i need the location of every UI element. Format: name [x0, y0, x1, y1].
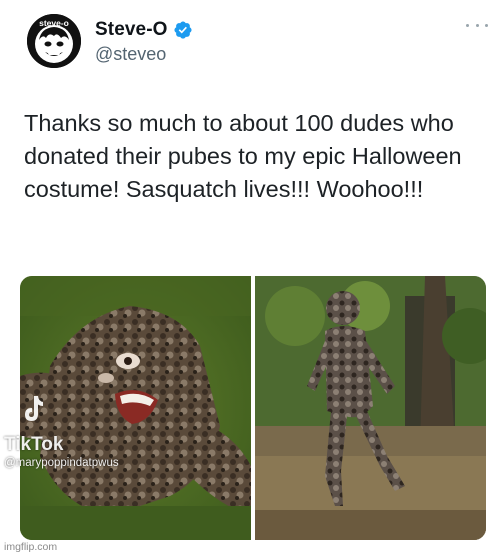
svg-text:steve-o: steve-o — [39, 18, 69, 28]
tiktok-label: TikTok — [4, 434, 64, 455]
avatar[interactable]: steve-o — [27, 14, 81, 68]
avatar-text-arc: steve-o — [39, 18, 69, 28]
tiktok-username: @marypoppindatpwus — [4, 457, 119, 469]
tiktok-logo-icon — [25, 396, 43, 421]
photo-left[interactable] — [20, 276, 251, 540]
imgflip-watermark: imgflip.com — [4, 541, 58, 553]
handle[interactable]: @steveo — [95, 44, 166, 65]
more-dot — [485, 23, 488, 27]
tweet-text: Thanks so much to about 100 dudes who do… — [24, 110, 462, 202]
display-name[interactable]: Steve-O — [95, 19, 168, 41]
more-options-icon[interactable] — [466, 18, 488, 32]
name-row: Steve-O — [95, 19, 193, 41]
more-dot — [475, 23, 479, 27]
photo-right-image — [255, 276, 486, 540]
photo-right[interactable] — [255, 276, 486, 540]
verified-badge-icon — [173, 21, 192, 39]
media-grid — [20, 276, 486, 540]
photo-left-image — [20, 276, 251, 540]
more-dot — [466, 23, 469, 27]
